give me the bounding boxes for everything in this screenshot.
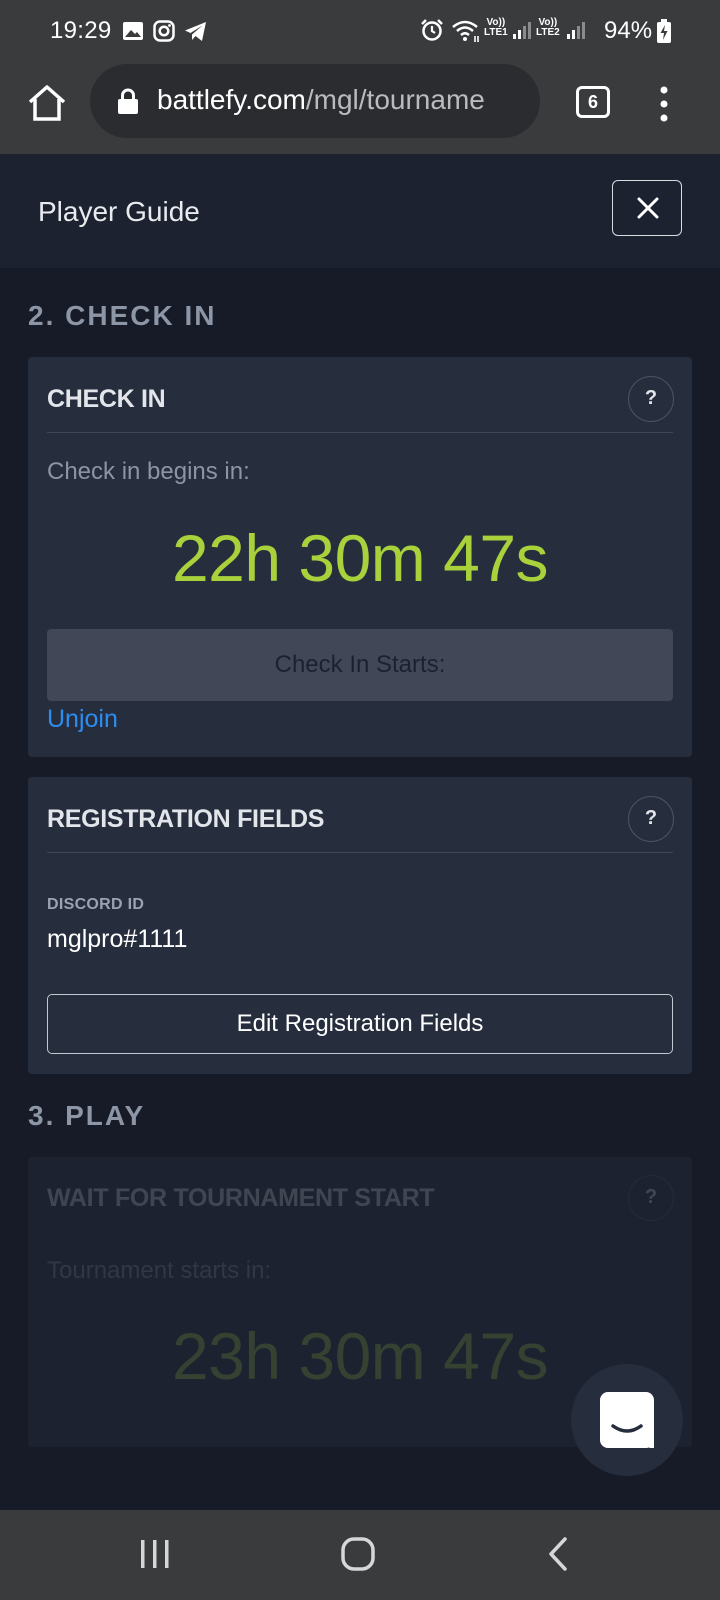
page-title: Player Guide bbox=[38, 196, 200, 227]
discord-id-value: mglpro#1111 bbox=[47, 925, 188, 953]
section-title-check-in: 2. CHECK IN bbox=[28, 300, 217, 331]
more-menu-icon[interactable] bbox=[654, 84, 674, 124]
divider bbox=[47, 852, 673, 853]
tab-switcher-button[interactable]: 6 bbox=[576, 86, 610, 118]
clock: 19:29 bbox=[50, 17, 112, 44]
gallery-icon bbox=[123, 22, 143, 40]
status-bar: 19:29 Vo)) LTE1 Vo)) LTE2 94% bbox=[0, 0, 720, 62]
help-button[interactable]: ? bbox=[628, 376, 674, 422]
sim2-network-label: Vo)) LTE2 bbox=[536, 17, 560, 38]
chat-launcher-button[interactable] bbox=[571, 1364, 683, 1476]
check-in-countdown: 22h 30m 47s bbox=[171, 521, 549, 595]
divider bbox=[47, 432, 673, 433]
sim1-network-label: Vo)) LTE1 bbox=[484, 17, 508, 38]
chat-icon bbox=[600, 1392, 654, 1450]
url-text: battlefy.com/mgl/tourname bbox=[157, 84, 485, 115]
card-title: WAIT FOR TOURNAMENT START bbox=[47, 1184, 435, 1212]
back-icon[interactable] bbox=[546, 1536, 570, 1572]
help-button[interactable]: ? bbox=[628, 1175, 674, 1221]
section-title-play: 3. PLAY bbox=[28, 1100, 146, 1131]
system-navigation-bar bbox=[0, 1510, 720, 1600]
card-title: CHECK IN bbox=[47, 385, 166, 413]
close-button[interactable] bbox=[612, 180, 682, 236]
recent-apps-icon[interactable] bbox=[138, 1538, 172, 1570]
battery-percentage: 94% bbox=[604, 17, 653, 44]
check-in-begins-label: Check in begins in: bbox=[47, 458, 250, 485]
alarm-icon bbox=[421, 19, 443, 41]
signal-icon bbox=[567, 22, 585, 39]
instagram-icon bbox=[153, 20, 175, 42]
registration-fields-card: REGISTRATION FIELDS ? DISCORD ID mglpro#… bbox=[28, 777, 692, 1074]
lock-icon bbox=[118, 88, 138, 114]
telegram-icon bbox=[185, 22, 206, 41]
close-icon bbox=[637, 197, 659, 219]
browser-toolbar: battlefy.com/mgl/tourname 6 bbox=[0, 62, 720, 154]
card-title: REGISTRATION FIELDS bbox=[47, 805, 325, 833]
wifi-icon bbox=[452, 20, 479, 42]
home-icon[interactable] bbox=[26, 82, 68, 124]
signal-icon bbox=[513, 22, 531, 39]
address-bar[interactable]: battlefy.com/mgl/tourname bbox=[90, 64, 540, 138]
check-in-button[interactable]: Check In Starts: bbox=[47, 629, 673, 701]
unjoin-link[interactable]: Unjoin bbox=[47, 705, 118, 734]
player-guide-header: Player Guide bbox=[0, 154, 720, 268]
tournament-starts-label: Tournament starts in: bbox=[47, 1257, 272, 1284]
battery-charging-icon bbox=[657, 19, 671, 43]
home-nav-icon[interactable] bbox=[340, 1536, 376, 1572]
check-in-card: CHECK IN ? Check in begins in: 22h 30m 4… bbox=[28, 357, 692, 757]
edit-registration-fields-button[interactable]: Edit Registration Fields bbox=[47, 994, 673, 1054]
discord-id-label: DISCORD ID bbox=[47, 896, 145, 913]
help-button[interactable]: ? bbox=[628, 796, 674, 842]
